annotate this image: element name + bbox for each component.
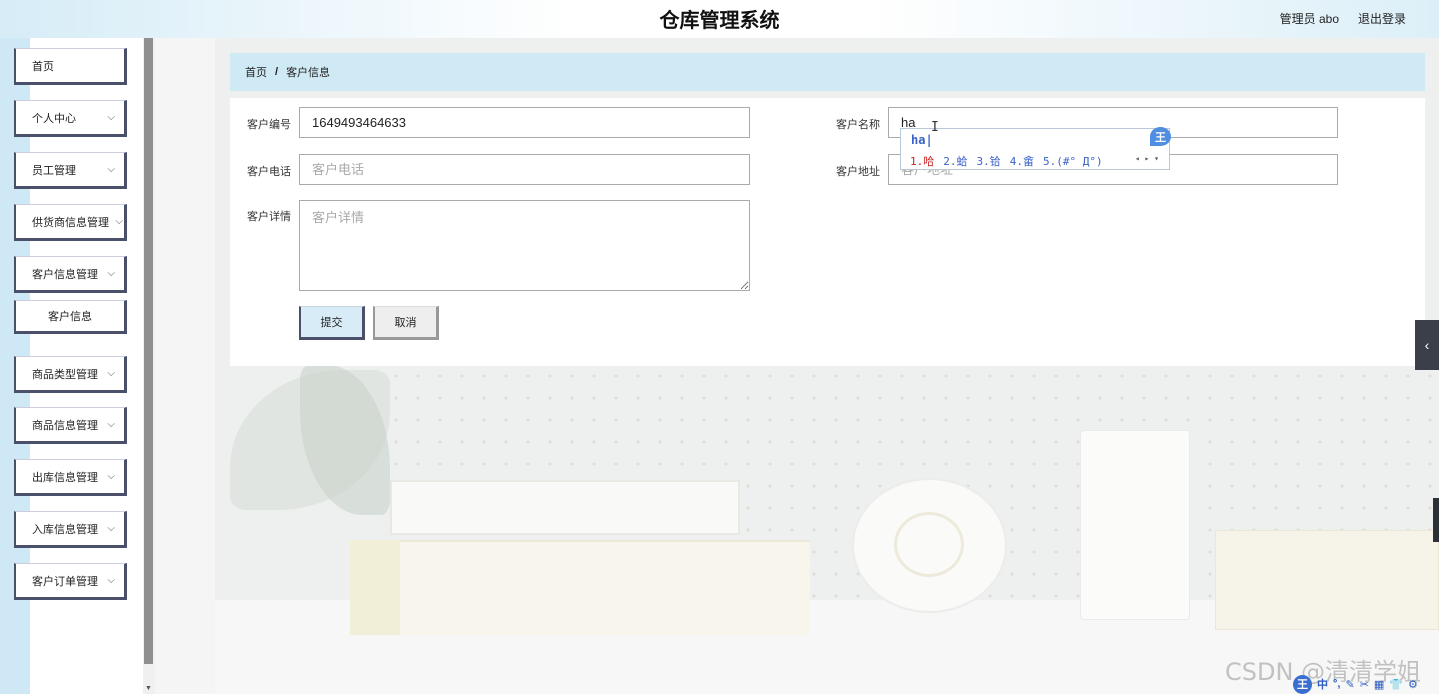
ime-chinese-mode-icon[interactable]: 中 xyxy=(1317,676,1328,692)
breadcrumb: 首页 / 客户信息 xyxy=(230,53,1425,91)
sidebar-item-personal-center[interactable]: 个人中心 ⌵ xyxy=(14,100,127,137)
ime-toolbar: 王 中 °, ✎ ✂ ▦ 👕 ⚙ xyxy=(1293,674,1418,694)
sidebar-scrollbar[interactable]: ▼ xyxy=(143,38,155,694)
sidebar-item-label: 入库信息管理 xyxy=(32,523,98,536)
customer-detail-label: 客户详情 xyxy=(247,211,291,223)
breadcrumb-separator: / xyxy=(275,66,279,78)
ime-candidate[interactable]: 2.蛤 xyxy=(943,155,967,168)
chevron-down-icon: ⌵ xyxy=(107,164,115,175)
chevron-down-icon: ⌵ xyxy=(107,575,115,586)
sidebar-item-inbound[interactable]: 入库信息管理 ⌵ xyxy=(14,511,127,548)
customer-phone-label: 客户电话 xyxy=(247,166,291,178)
sidebar-item-label: 出库信息管理 xyxy=(32,471,98,484)
chevron-down-icon: ⌵ xyxy=(115,216,123,227)
ime-candidate-list: 1.哈 2.蛤 3.铪 4.畲 5.(#° Д°) xyxy=(910,153,1112,169)
ime-candidate[interactable]: 1.哈 xyxy=(910,155,934,168)
ime-handwrite-icon[interactable]: ✎ xyxy=(1345,678,1354,691)
sidebar-subitem-customer-info[interactable]: 客户信息 xyxy=(14,300,127,334)
ime-logo-icon: 王 xyxy=(1150,127,1171,146)
sidebar-item-product-type[interactable]: 商品类型管理 ⌵ xyxy=(14,356,127,393)
submit-button[interactable]: 提交 xyxy=(299,306,365,340)
customer-address-label: 客户地址 xyxy=(836,166,880,178)
customer-id-input[interactable] xyxy=(299,107,750,138)
chevron-down-icon: ⌵ xyxy=(107,523,115,534)
customer-name-label: 客户名称 xyxy=(836,119,880,131)
scroll-down-arrow-icon[interactable]: ▼ xyxy=(145,685,152,692)
ime-candidate-popup: ha| 1.哈 2.蛤 3.铪 4.畲 5.(#° Д°) ◂ ▸ ▾ 王 xyxy=(900,127,1171,170)
ime-punctuation-icon[interactable]: °, xyxy=(1333,678,1340,690)
right-edge-handle[interactable] xyxy=(1433,498,1439,542)
customer-phone-input[interactable] xyxy=(299,154,750,185)
background-box-side xyxy=(350,540,400,635)
ime-candidate[interactable]: 4.畲 xyxy=(1010,155,1034,168)
app-header: 仓库管理系统 管理员 abo 退出登录 xyxy=(0,0,1439,38)
ime-settings-icon[interactable]: ⚙ xyxy=(1408,678,1418,691)
sidebar-item-staff[interactable]: 员工管理 ⌵ xyxy=(14,152,127,189)
chevron-down-icon: ⌵ xyxy=(107,471,115,482)
sidebar-item-supplier[interactable]: 供货商信息管理 ⌵ xyxy=(14,204,127,241)
sidebar-item-label: 客户信息管理 xyxy=(32,268,98,281)
sidebar-item-label: 供货商信息管理 xyxy=(32,216,109,229)
sidebar-item-customer-orders[interactable]: 客户订单管理 ⌵ xyxy=(14,563,127,600)
customer-id-label: 客户编号 xyxy=(247,119,291,131)
chevron-down-icon: ⌵ xyxy=(107,368,115,379)
background-tape-roll xyxy=(852,478,1007,613)
sidebar-item-label: 首页 xyxy=(32,60,54,73)
ime-composition: ha| xyxy=(911,133,933,147)
collapse-panel-button[interactable]: ‹ xyxy=(1415,320,1439,370)
text-cursor-icon: I xyxy=(931,120,939,135)
background-tray xyxy=(390,480,740,535)
current-user: 管理员 abo xyxy=(1279,12,1339,26)
sidebar-item-customer[interactable]: 客户信息管理 ⌵ xyxy=(14,256,127,293)
ime-skin-icon[interactable]: 👕 xyxy=(1389,678,1403,691)
sidebar-item-outbound[interactable]: 出库信息管理 ⌵ xyxy=(14,459,127,496)
ime-pager-icon[interactable]: ◂ ▸ ▾ xyxy=(1135,154,1159,163)
ime-scissors-icon[interactable]: ✂ xyxy=(1360,678,1369,691)
sidebar-item-home[interactable]: 首页 xyxy=(14,48,127,85)
chevron-down-icon: ⌵ xyxy=(107,268,115,279)
ime-keyboard-icon[interactable]: ▦ xyxy=(1374,678,1384,691)
chevron-down-icon: ⌵ xyxy=(107,419,115,430)
app-title: 仓库管理系统 xyxy=(659,8,780,32)
logout-link[interactable]: 退出登录 xyxy=(1358,10,1406,27)
background-cylinder xyxy=(1080,430,1190,620)
background-box xyxy=(1215,530,1439,630)
sidebar-subitem-label: 客户信息 xyxy=(48,311,92,323)
sidebar-item-label: 商品类型管理 xyxy=(32,368,98,381)
chevron-down-icon: ⌵ xyxy=(107,112,115,123)
sidebar-item-label: 客户订单管理 xyxy=(32,575,98,588)
background-box xyxy=(350,540,810,635)
ime-candidate[interactable]: 5.(#° Д°) xyxy=(1043,155,1103,168)
cancel-button[interactable]: 取消 xyxy=(373,306,439,340)
sidebar-item-label: 商品信息管理 xyxy=(32,419,98,432)
customer-detail-textarea[interactable] xyxy=(299,200,750,291)
sidebar-item-product-info[interactable]: 商品信息管理 ⌵ xyxy=(14,407,127,444)
breadcrumb-current: 客户信息 xyxy=(286,67,331,79)
breadcrumb-home[interactable]: 首页 xyxy=(245,64,267,80)
ime-candidate[interactable]: 3.铪 xyxy=(977,155,1001,168)
sidebar-item-label: 员工管理 xyxy=(32,164,76,177)
sidebar-item-label: 个人中心 xyxy=(32,112,76,125)
scrollbar-thumb[interactable] xyxy=(144,38,153,664)
ime-toolbar-logo-icon[interactable]: 王 xyxy=(1293,674,1312,694)
